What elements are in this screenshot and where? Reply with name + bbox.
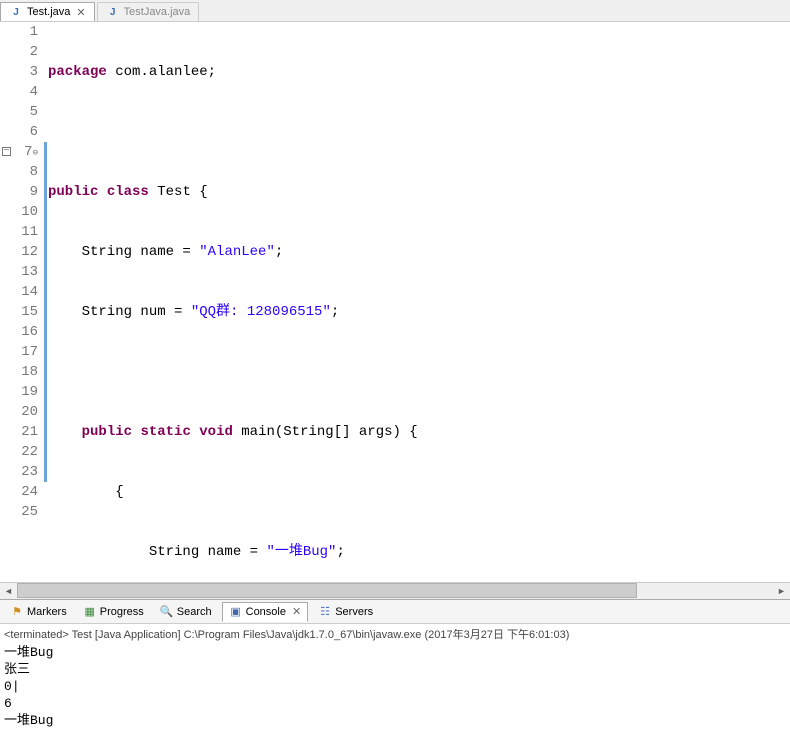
tab-search[interactable]: 🔍 Search: [154, 603, 218, 621]
scrollbar-thumb[interactable]: [17, 583, 637, 598]
progress-icon: ▦: [83, 605, 97, 619]
editor-tab-bar: J Test.java ✕ J TestJava.java: [0, 0, 790, 22]
code-editor[interactable]: − 12345 67⊖8910 1112131415 1617181920 21…: [0, 22, 790, 582]
bottom-panel: ⚑ Markers ▦ Progress 🔍 Search ▣ Console …: [0, 599, 790, 729]
fold-minus-icon[interactable]: −: [2, 147, 11, 156]
tab-console[interactable]: ▣ Console ✕: [222, 602, 309, 622]
search-icon: 🔍: [160, 605, 174, 619]
close-icon[interactable]: ✕: [292, 605, 301, 618]
marker-column: −: [0, 22, 12, 582]
scroll-right-icon[interactable]: ►: [773, 583, 790, 598]
java-file-icon: J: [9, 5, 23, 19]
close-icon[interactable]: ✕: [76, 6, 85, 19]
bottom-view-tabs: ⚑ Markers ▦ Progress 🔍 Search ▣ Console …: [0, 600, 790, 624]
tab-label: Test.java: [27, 6, 70, 18]
line-number-gutter: 12345 67⊖8910 1112131415 1617181920 2122…: [12, 22, 44, 582]
tab-progress[interactable]: ▦ Progress: [77, 603, 150, 621]
console-icon: ▣: [229, 605, 243, 619]
code-area[interactable]: package com.alanlee; public class Test {…: [44, 22, 790, 582]
console-output[interactable]: 一堆Bug 张三 0 6 一堆Bug: [0, 644, 790, 729]
tab-markers[interactable]: ⚑ Markers: [4, 603, 73, 621]
scroll-left-icon[interactable]: ◄: [0, 583, 17, 598]
java-file-icon: J: [106, 5, 120, 19]
tab-servers[interactable]: ☷ Servers: [312, 603, 379, 621]
tab-testjava-java[interactable]: J TestJava.java: [97, 2, 200, 21]
markers-icon: ⚑: [10, 605, 24, 619]
tab-test-java[interactable]: J Test.java ✕: [0, 2, 95, 21]
console-status: <terminated> Test [Java Application] C:\…: [0, 624, 790, 644]
tab-label: TestJava.java: [124, 6, 191, 18]
servers-icon: ☷: [318, 605, 332, 619]
horizontal-scrollbar[interactable]: ◄ ►: [0, 582, 790, 599]
